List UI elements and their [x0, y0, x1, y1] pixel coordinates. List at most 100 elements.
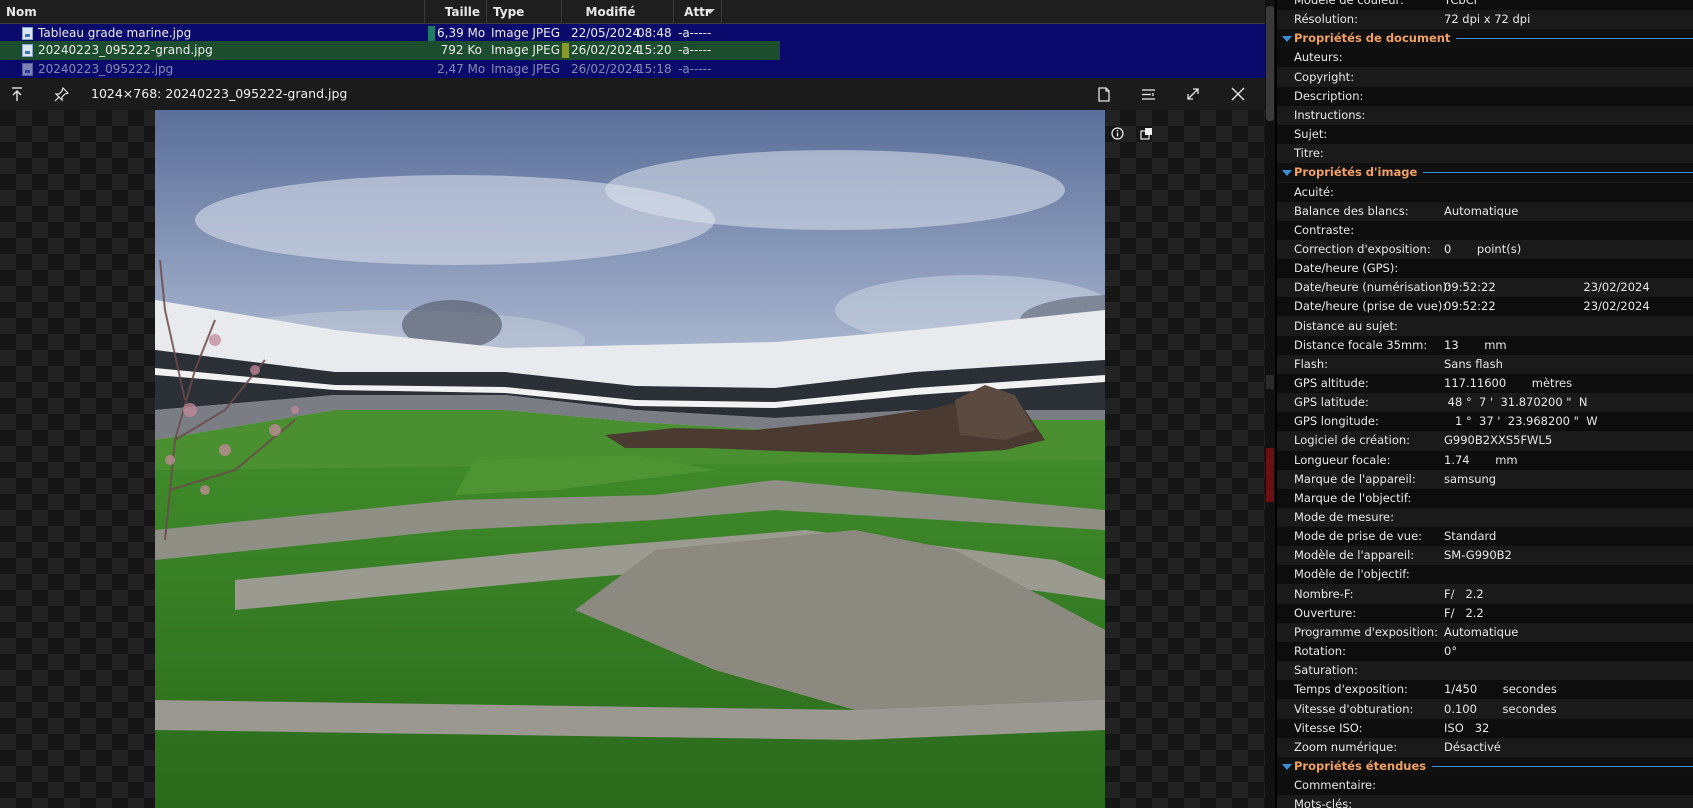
property-row[interactable]: Copyright: — [1277, 68, 1693, 87]
property-row[interactable]: Résolution: 72 dpi x 72 dpi — [1277, 10, 1693, 29]
property-label: Saturation: — [1294, 663, 1358, 677]
property-row[interactable]: Mots-clés: — [1277, 795, 1693, 808]
property-row[interactable]: GPS latitude: 48 ° 7 ' 31.870200 " N — [1277, 393, 1693, 412]
file-type: Image JPEG — [491, 43, 561, 57]
property-row[interactable]: Instructions: — [1277, 106, 1693, 125]
property-value: samsung — [1444, 472, 1497, 486]
column-type[interactable]: Type — [487, 0, 562, 24]
property-row[interactable]: Contraste: — [1277, 221, 1693, 240]
column-size[interactable]: Taille — [425, 0, 487, 24]
property-row[interactable]: Marque de l'objectif: — [1277, 489, 1693, 508]
property-value: 0 point(s) — [1444, 242, 1522, 256]
properties-scrollbar[interactable] — [1265, 0, 1275, 808]
close-icon[interactable] — [1222, 78, 1254, 110]
property-row[interactable]: Sujet: — [1277, 125, 1693, 144]
property-row[interactable]: Modèle de couleur: YCbCr — [1277, 0, 1693, 10]
property-row[interactable]: Zoom numérique: Désactivé — [1277, 738, 1693, 757]
property-label: Modèle de couleur: — [1294, 0, 1404, 7]
property-value: 0° — [1444, 644, 1458, 658]
pin-icon[interactable] — [46, 78, 78, 110]
column-attr[interactable]: Attr — [674, 0, 722, 24]
section-header[interactable]: Propriétés d'image — [1277, 163, 1693, 182]
property-row[interactable]: Vitesse ISO: ISO 32 — [1277, 719, 1693, 738]
fit-window-icon[interactable] — [1137, 124, 1155, 142]
file-name: 20240223_095222-grand.jpg — [38, 43, 213, 57]
property-row[interactable]: GPS longitude: 1 ° 37 ' 23.968200 " W — [1277, 412, 1693, 431]
property-value: F/ 2.2 — [1444, 606, 1484, 620]
property-value: 48 ° 7 ' 31.870200 " N — [1444, 395, 1588, 409]
section-header[interactable]: Propriétés étendues — [1277, 757, 1693, 776]
property-row[interactable]: Titre: — [1277, 144, 1693, 163]
file-row-selected[interactable]: 20240223_095222-grand.jpg 792 Ko Image J… — [0, 41, 780, 60]
property-label: Temps d'exposition: — [1294, 682, 1408, 696]
property-value: Désactivé — [1444, 740, 1501, 754]
property-row[interactable]: Mode de mesure: — [1277, 508, 1693, 527]
property-row[interactable]: Distance au sujet: — [1277, 317, 1693, 336]
image-file-icon — [22, 27, 33, 40]
property-row[interactable]: Date/heure (prise de vue): 09:52:22 23/02… — [1277, 297, 1693, 316]
image-canvas[interactable] — [0, 110, 1265, 808]
property-row[interactable]: Modèle de l'objectif: — [1277, 565, 1693, 584]
property-row[interactable]: Distance focale 35mm: 13 mm — [1277, 336, 1693, 355]
property-row[interactable]: Modèle de l'appareil: SM-G990B2 — [1277, 546, 1693, 565]
section-title: Propriétés d'image — [1294, 165, 1418, 179]
list-icon[interactable] — [1132, 78, 1164, 110]
chevron-down-icon — [1282, 36, 1292, 42]
property-row[interactable]: Date/heure (numérisation): 09:52:22 23/02… — [1277, 278, 1693, 297]
property-row[interactable]: Vitesse d'obturation: 0.100 secondes — [1277, 700, 1693, 719]
arrow-to-top-icon[interactable] — [1, 78, 33, 110]
info-icon[interactable] — [1108, 124, 1126, 142]
property-row[interactable]: Rotation: 0° — [1277, 642, 1693, 661]
section-header[interactable]: Propriétés de document — [1277, 29, 1693, 48]
property-row[interactable]: GPS altitude: 117.11600 mètres — [1277, 374, 1693, 393]
property-row[interactable]: Flash: Sans flash — [1277, 355, 1693, 374]
property-label: Sujet: — [1294, 127, 1328, 141]
property-row[interactable]: Balance des blancs: Automatique — [1277, 202, 1693, 221]
file-size: 2,47 Mo — [437, 62, 486, 76]
scrollbar-thumb[interactable] — [1266, 6, 1274, 121]
property-label: Distance focale 35mm: — [1294, 338, 1428, 352]
property-row[interactable]: Ouverture: F/ 2.2 — [1277, 604, 1693, 623]
property-value: 117.11600 mètres — [1444, 376, 1573, 390]
property-row[interactable]: Description: — [1277, 87, 1693, 106]
property-label: Mode de prise de vue: — [1294, 529, 1423, 543]
property-row[interactable]: Commentaire: — [1277, 776, 1693, 795]
property-row[interactable]: Nombre-F: F/ 2.2 — [1277, 585, 1693, 604]
image-file-icon — [22, 63, 33, 76]
scroll-mark — [1266, 375, 1274, 389]
property-label: Auteurs: — [1294, 50, 1343, 64]
file-row[interactable]: 20240223_095222.jpg 2,47 Mo Image JPEG 2… — [0, 60, 780, 79]
property-label: Mots-clés: — [1294, 797, 1353, 808]
property-row[interactable]: Longueur focale: 1.74 mm — [1277, 451, 1693, 470]
section-divider — [1423, 172, 1693, 173]
property-row[interactable]: Mode de prise de vue: Standard — [1277, 527, 1693, 546]
property-label: Rotation: — [1294, 644, 1346, 658]
property-row[interactable]: Marque de l'appareil: samsung — [1277, 470, 1693, 489]
property-label: Copyright: — [1294, 70, 1355, 84]
property-row[interactable]: Temps d'exposition: 1/450 secondes — [1277, 680, 1693, 699]
property-row[interactable]: Acuité: — [1277, 183, 1693, 202]
property-row[interactable]: Correction d'exposition: 0 point(s) — [1277, 240, 1693, 259]
column-modified[interactable]: Modifié — [562, 0, 674, 24]
property-value: SM-G990B2 — [1444, 548, 1512, 562]
property-label: Acuité: — [1294, 185, 1334, 199]
viewer-title: 1024×768: 20240223_095222-grand.jpg — [91, 86, 348, 101]
size-indicator — [428, 26, 435, 41]
column-name[interactable]: Nom — [0, 0, 425, 24]
property-row[interactable]: Date/heure (GPS): — [1277, 259, 1693, 278]
property-label: Correction d'exposition: — [1294, 242, 1431, 256]
file-date: 26/02/2024 — [571, 62, 641, 76]
property-label: Commentaire: — [1294, 778, 1377, 792]
expand-icon[interactable] — [1177, 78, 1209, 110]
property-value: 72 dpi x 72 dpi — [1444, 12, 1531, 26]
property-label: Description: — [1294, 89, 1364, 103]
property-row[interactable]: Logiciel de création: G990B2XXS5FWL5 — [1277, 431, 1693, 450]
document-icon[interactable] — [1088, 78, 1120, 110]
property-row[interactable]: Programme d'exposition: Automatique — [1277, 623, 1693, 642]
section-divider — [1456, 38, 1693, 39]
file-type: Image JPEG — [491, 62, 561, 76]
property-label: Programme d'exposition: — [1294, 625, 1439, 639]
image-file-icon — [22, 44, 33, 57]
property-row[interactable]: Auteurs: — [1277, 48, 1693, 67]
property-row[interactable]: Saturation: — [1277, 661, 1693, 680]
